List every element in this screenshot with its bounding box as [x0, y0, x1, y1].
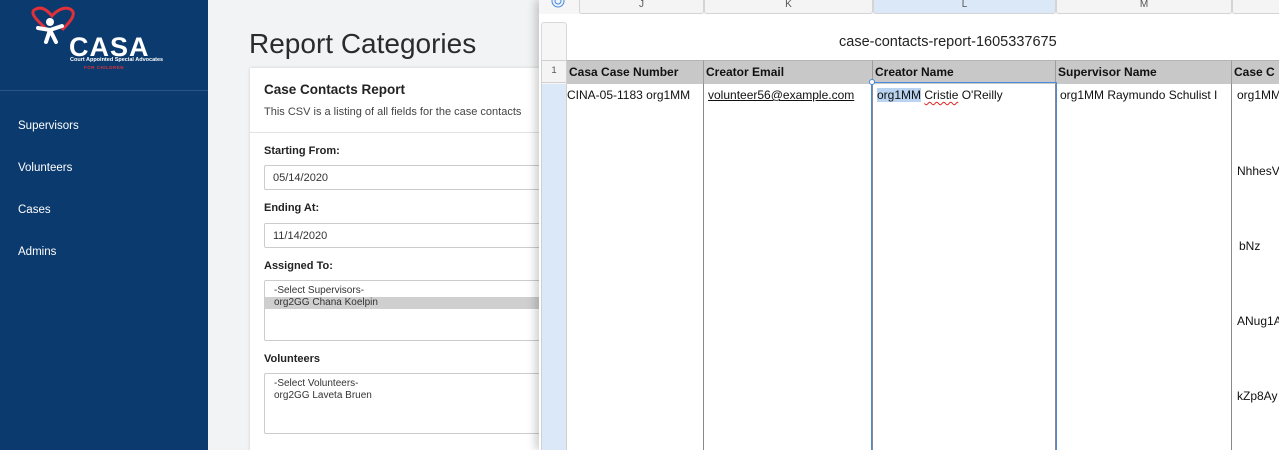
sheet-table-title: case-contacts-report-1605337675	[839, 34, 1057, 50]
row-number[interactable]: 1	[541, 60, 567, 83]
sidebar-nav: Supervisors Volunteers Cases Admins	[18, 105, 79, 273]
cell-supervisor-name[interactable]: org1MM Raymundo Schulist I	[1060, 88, 1217, 102]
casa-logo[interactable]: CASA Court Appointed Special Advocates F…	[26, 6, 176, 76]
page-title: Report Categories	[249, 28, 477, 59]
screen: CASA Court Appointed Special Advocates F…	[0, 0, 1279, 450]
next-column-text: bNz	[1239, 239, 1261, 253]
card-title: Case Contacts Report	[264, 82, 406, 97]
logo-subtitle: Court Appointed Special Advocates	[70, 57, 164, 63]
header-cell[interactable]: Supervisor Name	[1056, 60, 1232, 84]
card-description: This CSV is a listing of all fields for …	[264, 106, 522, 118]
sidebar-divider	[0, 90, 208, 91]
select-all-icon[interactable]	[548, 0, 568, 13]
volunteers-select[interactable]: -Select Volunteers- org2GG Laveta Bruen	[264, 373, 564, 434]
cell-creator-email[interactable]: volunteer56@example.com	[708, 88, 854, 102]
column-header-l[interactable]: L	[873, 0, 1056, 14]
ending-at-label: Ending At:	[264, 202, 320, 214]
column-header-k[interactable]: K	[704, 0, 873, 14]
table-header-row: Casa Case Number Creator Email Creator N…	[567, 60, 1279, 84]
starting-from-label: Starting From:	[264, 145, 340, 157]
column-header-m[interactable]: M	[1056, 0, 1232, 14]
active-cell-outline	[871, 82, 1057, 450]
select-option-selected[interactable]: org2GG Chana Koelpin	[265, 297, 563, 309]
column-gridline	[703, 84, 704, 450]
selection-handle[interactable]	[869, 79, 875, 85]
report-card: Case Contacts Report This CSV is a listi…	[250, 68, 570, 450]
card-divider	[250, 132, 570, 133]
next-column-text: org1MM	[1237, 88, 1279, 102]
sidebar-item-admins[interactable]: Admins	[18, 231, 79, 273]
header-cell[interactable]: Creator Email	[704, 60, 873, 84]
sidebar-item-volunteers[interactable]: Volunteers	[18, 147, 79, 189]
sidebar-item-cases[interactable]: Cases	[18, 189, 79, 231]
header-cell[interactable]: Casa Case Number	[567, 60, 704, 84]
email-link[interactable]: volunteer56@example.com	[708, 88, 854, 102]
header-cell[interactable]: Creator Name	[873, 60, 1056, 84]
volunteers-label: Volunteers	[264, 353, 321, 365]
select-option[interactable]: org2GG Laveta Bruen	[265, 390, 563, 402]
next-column-text: ANug1A	[1237, 314, 1279, 328]
cell-case-number[interactable]: CINA-05-1183 org1MM	[567, 88, 690, 102]
row-selection	[541, 84, 567, 450]
next-column-text: kZp8Ay	[1237, 389, 1278, 403]
logo-subtitle-2: FOR CHILDREN	[84, 65, 124, 70]
sidebar-item-supervisors[interactable]: Supervisors	[18, 105, 79, 147]
ending-at-input[interactable]: 11/14/2020	[264, 223, 564, 248]
sidebar: CASA Court Appointed Special Advocates F…	[0, 0, 208, 450]
select-option[interactable]: -Select Supervisors-	[265, 285, 563, 297]
starting-from-input[interactable]: 05/14/2020	[264, 165, 564, 190]
header-cell[interactable]: Case C	[1232, 60, 1279, 84]
next-column-text: NhhesV	[1237, 164, 1279, 178]
column-gridline	[1231, 84, 1232, 450]
assigned-to-label: Assigned To:	[264, 260, 333, 272]
supervisors-select[interactable]: -Select Supervisors- org2GG Chana Koelpi…	[264, 280, 564, 341]
column-header-next[interactable]	[1232, 0, 1279, 14]
select-option[interactable]: -Select Volunteers-	[265, 378, 563, 390]
column-header-j[interactable]: J	[579, 0, 704, 14]
